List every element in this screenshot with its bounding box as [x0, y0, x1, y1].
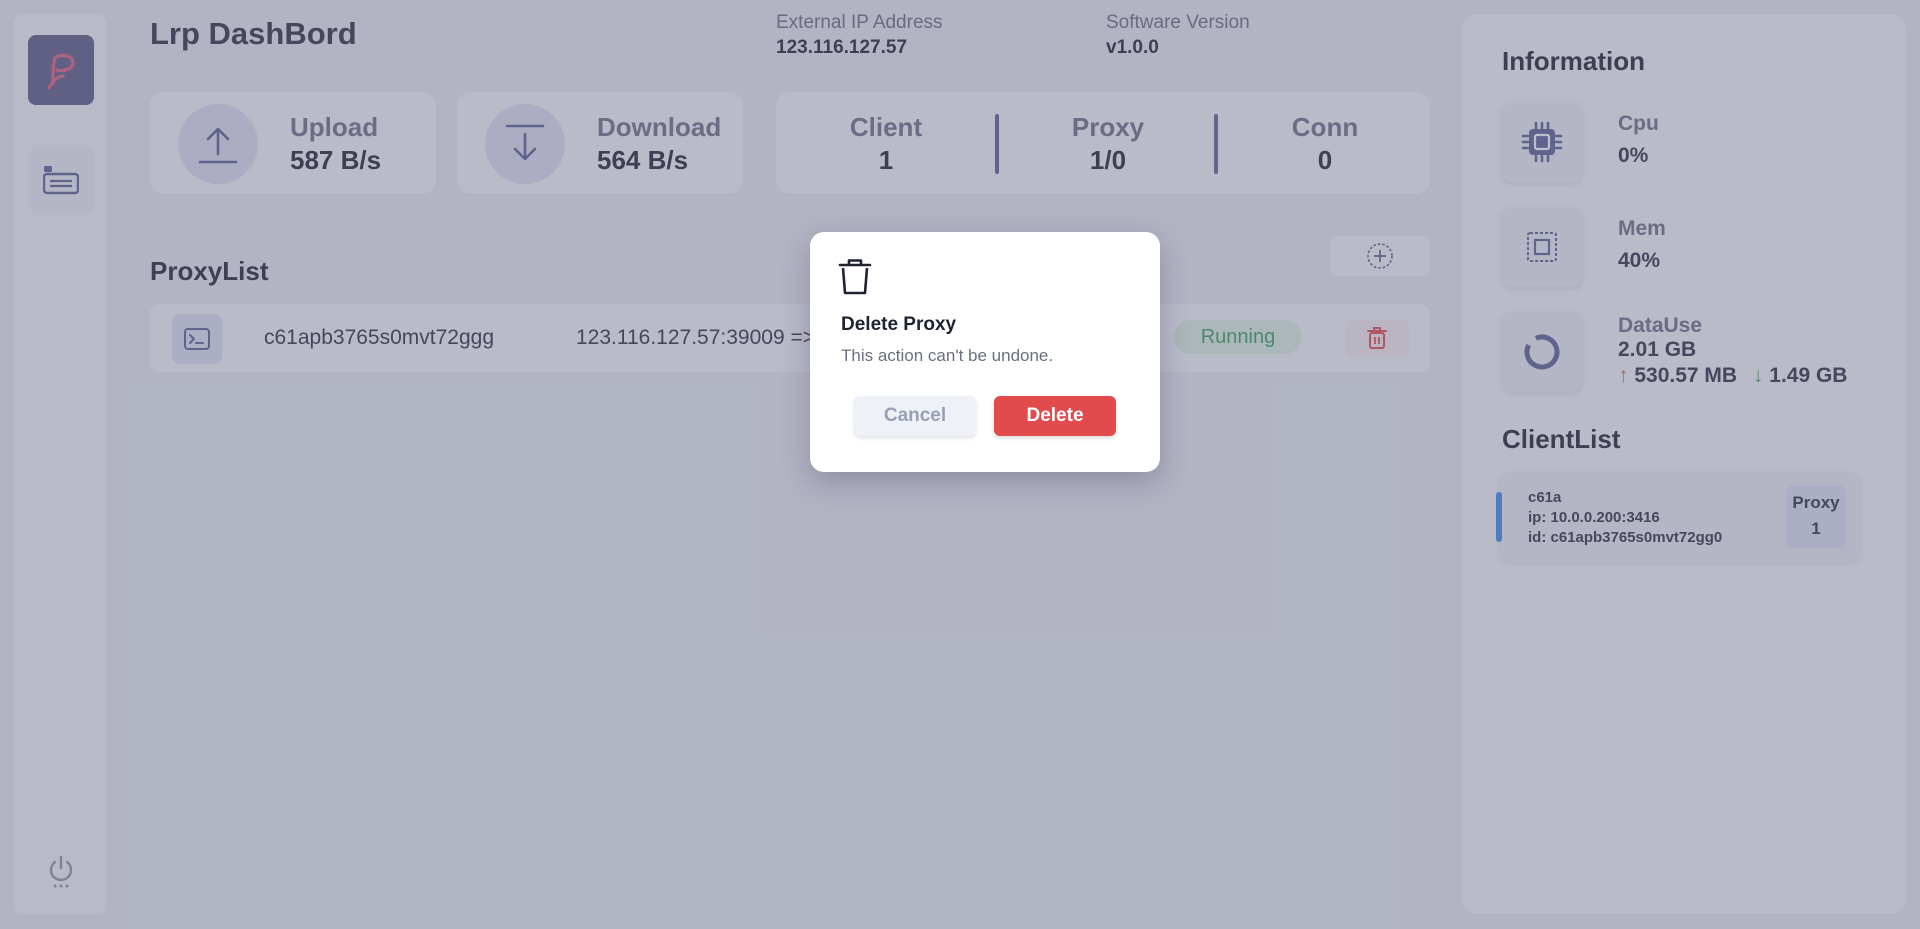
- cancel-button[interactable]: Cancel: [854, 396, 976, 436]
- dialog-description: This action can't be undone.: [841, 346, 1054, 365]
- app-root: Lrp DashBord External IP Address 123.116…: [0, 0, 1920, 929]
- delete-proxy-dialog: Delete Proxy This action can't be undone…: [810, 232, 1160, 472]
- dialog-title: Delete Proxy: [841, 314, 957, 335]
- delete-button[interactable]: Delete: [994, 396, 1116, 436]
- trash-icon: [838, 258, 872, 301]
